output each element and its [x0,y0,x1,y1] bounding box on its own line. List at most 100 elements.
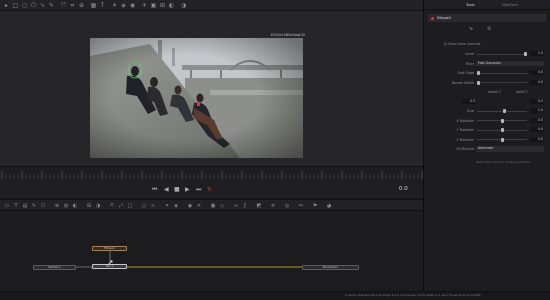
node-blur1[interactable]: Blur1 [92,264,127,269]
text-plus-icon[interactable]: T [13,203,19,209]
play-icon[interactable]: ▶ [185,186,190,193]
param-dropdown[interactable]: Fast Gaussian [476,60,544,66]
mask-tool-icon[interactable]: ◎ [284,203,290,209]
merge-tool-icon[interactable]: ⊕ [54,203,60,209]
settings-icon[interactable]: ⚙ [487,26,491,32]
particle-icon[interactable]: ✶ [111,2,118,9]
slider-knob[interactable] [477,80,480,85]
renderer-icon[interactable]: ▣ [150,2,157,9]
slider-knob[interactable] [500,137,504,142]
center-x-field[interactable]: 0.5 [462,98,476,104]
palette-tool-icon[interactable]: ◕ [326,203,332,209]
timecode-display[interactable]: 0.0 [399,186,408,192]
slider-knob[interactable] [477,71,480,75]
viewer-resolution-label: 1920x1080xfloat32 [270,33,306,37]
resize-tool-icon[interactable]: ⤢ [118,203,124,209]
camera-icon[interactable]: ◉ [129,2,136,9]
tracker-icon[interactable]: ⊞ [159,2,166,9]
media-in-icon[interactable]: ▭ [4,203,10,209]
checkbox-solid[interactable]: Solid ☐ [516,90,528,94]
warp-tool-icon[interactable]: ≈ [233,203,239,209]
paint-icon[interactable]: ✎ [48,2,55,9]
node-ellipse1[interactable]: Ellipse1 [92,246,127,251]
node-mediaout1[interactable]: MediaOut1 [302,265,359,270]
3d-tool-icon[interactable]: ◈ [173,203,179,209]
node-color-swatch[interactable] [431,16,434,20]
renderer-tool-icon[interactable]: ▣ [210,203,216,209]
go-to-end-icon[interactable]: ⏭ [196,186,201,194]
show-view-controls-checkbox[interactable]: ☑ Show View Controls [444,42,480,46]
param-slider[interactable] [477,80,527,85]
flag-tool-icon[interactable]: ⚑ [312,203,318,209]
param-slider[interactable] [477,137,527,142]
crop-icon[interactable]: ⌗ [69,2,76,9]
polygon-tool-icon[interactable]: ⬠ [40,203,46,209]
text-icon[interactable]: T [99,2,106,9]
param-value-field[interactable]: 0.0 [530,117,544,123]
transform-icon[interactable]: ⤧ [60,2,67,9]
paint-brush-icon[interactable]: ✎ [31,203,37,209]
loop-icon[interactable]: ↻ [207,186,212,193]
grid-icon[interactable]: ▦ [90,2,97,9]
merge-icon[interactable]: ⊕ [78,2,85,9]
node-mediain1[interactable]: MediaIn1 [33,265,76,270]
tab-modifiers[interactable]: Modifiers [502,3,518,7]
rectangle-tool-icon[interactable]: □ [127,203,133,209]
channel-tool-icon[interactable]: ≡ [270,203,276,209]
param-slider[interactable] [477,118,527,123]
bspline-tool-icon[interactable]: ∿ [150,203,156,209]
light-icon[interactable]: ☀ [141,2,148,9]
transform-tool-icon[interactable]: ⤧ [109,203,115,209]
slider-knob[interactable] [500,128,504,132]
center-y-field[interactable]: 0.5 [530,98,544,104]
ellipse-icon[interactable]: ○ [21,2,28,9]
param-dropdown[interactable]: Alternate [476,146,544,152]
slider-knob[interactable] [524,52,527,56]
blur-tool-icon[interactable]: ◍ [63,203,69,209]
keyer-icon[interactable]: ◑ [180,2,187,9]
background-icon[interactable]: ▤ [22,203,28,209]
ellipse-tool-icon[interactable]: ○ [141,203,147,209]
param-slider[interactable] [477,128,527,132]
slider-knob[interactable] [500,118,504,123]
controls-icon[interactable]: ∿ [469,26,473,32]
go-to-start-icon[interactable]: ⏮ [152,186,157,194]
link-tool-icon[interactable]: ⚯ [298,203,304,209]
node-header[interactable]: Ellipse1 [428,14,546,22]
color-correct-icon[interactable]: ◐ [72,203,78,209]
matte-tool-icon[interactable]: ◩ [256,203,262,209]
polygon-icon[interactable]: ⬠ [30,2,37,9]
keyer-tool-icon[interactable]: ◑ [95,203,101,209]
param-value-field[interactable]: 1.0 [530,108,544,113]
param-value-field[interactable]: 1.0 [530,51,544,56]
viewer-toolbar: ▸ □ ○ ⬠ ∿ ✎ ⤧ ⌗ ⊕ ▦ T ✶ ◈ ◉ ☀ ▣ ⊞ ◐ ◑ [0,0,423,11]
param-row: Size 1.0 [428,108,546,114]
slider-knob[interactable] [502,109,506,113]
param-slider[interactable] [477,109,527,113]
param-value-field[interactable]: 0.0 [530,127,544,132]
rectangle-icon[interactable]: □ [12,2,19,9]
shape-tool-icon[interactable]: ◇ [219,203,225,209]
camera-tool-icon[interactable]: ◉ [187,203,193,209]
tab-tools[interactable]: Tools [466,3,475,7]
checkbox-invert[interactable]: Invert ☐ [488,90,501,94]
param-label: X Rotation [456,118,474,123]
param-value-field[interactable]: 0.0 [530,79,544,85]
stop-icon[interactable]: ■ [174,186,180,193]
color-icon[interactable]: ◐ [168,2,175,9]
param-value-field[interactable]: 0.0 [530,70,544,75]
particle-tool-icon[interactable]: ✶ [164,203,170,209]
node-graph[interactable]: ➚ [0,211,423,291]
3d-icon[interactable]: ◈ [120,2,127,9]
param-value-field[interactable]: 0.0 [530,136,544,142]
pointer-icon[interactable]: ▸ [3,2,10,9]
param-slider[interactable] [477,52,527,56]
bspline-icon[interactable]: ∿ [39,2,46,9]
step-back-icon[interactable]: ◀ [164,186,169,193]
timeline-ruler[interactable] [0,166,423,182]
viewer-image[interactable] [90,38,303,158]
fx-tool-icon[interactable]: ƒ [242,203,248,209]
light-tool-icon[interactable]: ☀ [196,203,202,209]
param-slider[interactable] [477,71,527,75]
tracker-tool-icon[interactable]: ⊞ [86,203,92,209]
